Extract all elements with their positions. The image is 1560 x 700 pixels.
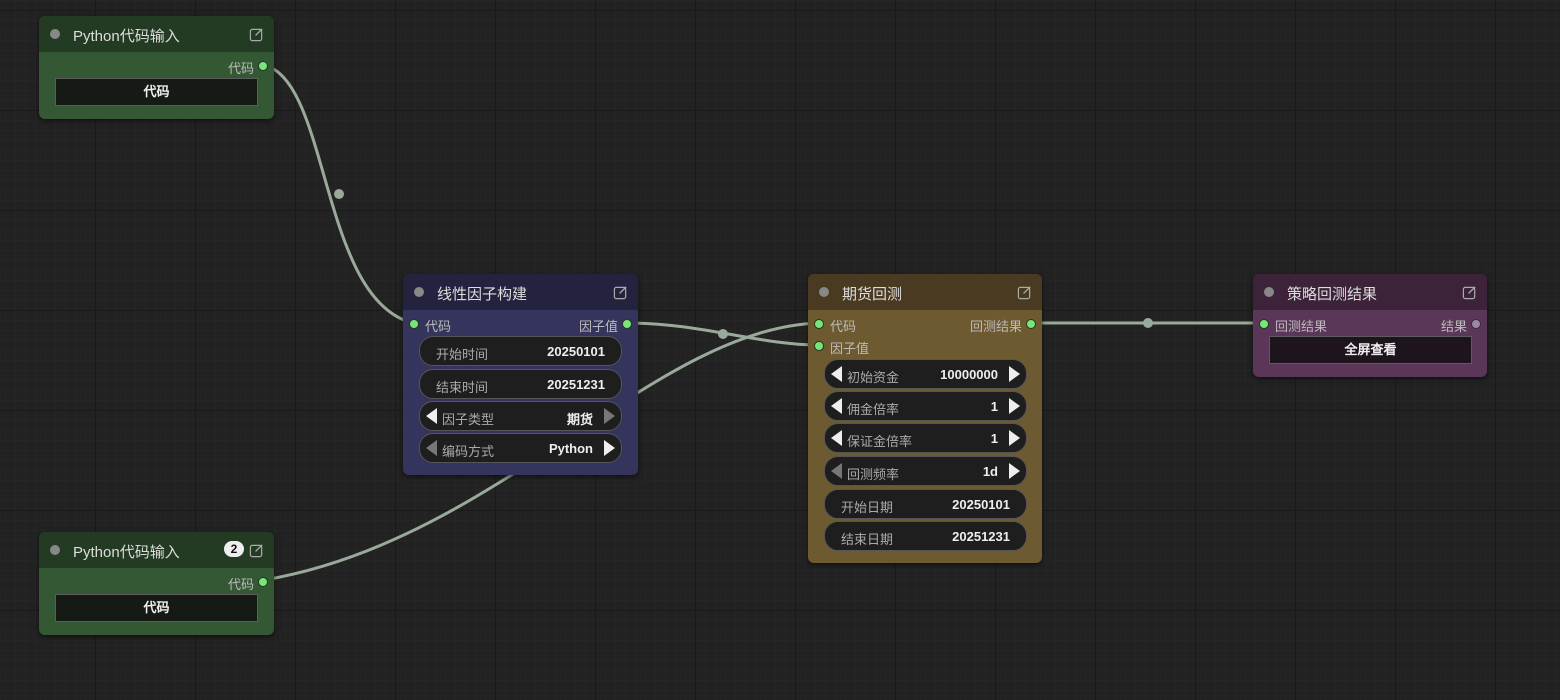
widget-value: 1	[990, 399, 998, 414]
output-label: 回测结果	[969, 319, 1022, 334]
widget-value: 10000000	[940, 367, 998, 382]
node-title: Python代码输入	[73, 544, 180, 561]
strategy-result-node[interactable]: 策略回测结果 回测结果 结果 全屏查看	[1253, 274, 1487, 377]
widget-label: 佣金倍率	[847, 402, 900, 417]
start-date-field[interactable]: 开始日期 20250101	[824, 489, 1027, 519]
increment-arrow-icon[interactable]	[604, 408, 615, 424]
output-slot[interactable]	[258, 61, 268, 71]
linear-factor-node[interactable]: 线性因子构建 代码 因子值 开始时间 20250101 结束时间 2025123…	[403, 274, 638, 475]
input-slot-code[interactable]	[409, 319, 419, 329]
output-label: 代码	[227, 61, 254, 76]
python-input-node-1[interactable]: Python代码输入 代码 代码	[39, 16, 274, 119]
futures-backtest-node[interactable]: 期货回测 代码 回测结果 因子值 初始资金 10000000 佣金倍率 1 保证…	[808, 274, 1042, 563]
link-midpoint-handle[interactable]	[718, 329, 728, 339]
decrement-arrow-icon[interactable]	[426, 440, 437, 456]
collapse-dot-icon[interactable]	[50, 545, 60, 555]
widget-value: 1	[990, 431, 998, 446]
initial-capital-field[interactable]: 初始资金 10000000	[824, 359, 1027, 389]
node-title: 策略回测结果	[1287, 286, 1378, 303]
input-label: 代码	[830, 319, 857, 334]
node-header[interactable]: 期货回测	[808, 274, 1042, 310]
collapse-dot-icon[interactable]	[414, 287, 424, 297]
code-button[interactable]: 代码	[55, 78, 258, 106]
node-header[interactable]: 线性因子构建	[403, 274, 638, 310]
decrement-arrow-icon[interactable]	[831, 398, 842, 414]
increment-arrow-icon[interactable]	[1009, 366, 1020, 382]
node-graph-canvas[interactable]: Python代码输入 代码 代码 Python代码输入 2 代码 代码 线性因子…	[0, 0, 1560, 700]
widget-label: 结束时间	[436, 380, 489, 395]
input-slot-factor-value[interactable]	[814, 341, 824, 351]
collapse-dot-icon[interactable]	[819, 287, 829, 297]
output-slot-backtest-result[interactable]	[1026, 319, 1036, 329]
decrement-arrow-icon[interactable]	[831, 430, 842, 446]
node-title: 线性因子构建	[437, 286, 528, 303]
widget-label: 初始资金	[847, 370, 900, 385]
edit-icon[interactable]	[249, 543, 264, 558]
factor-type-combo[interactable]: 因子类型 期货	[419, 401, 622, 431]
widget-value: 20251231	[952, 529, 1010, 544]
increment-arrow-icon[interactable]	[604, 440, 615, 456]
decrement-arrow-icon[interactable]	[831, 463, 842, 479]
widget-label: 回测频率	[847, 467, 900, 482]
edit-icon[interactable]	[249, 27, 264, 42]
collapse-dot-icon[interactable]	[50, 29, 60, 39]
edit-icon[interactable]	[1462, 285, 1477, 300]
increment-arrow-icon[interactable]	[1009, 398, 1020, 414]
edit-icon[interactable]	[613, 285, 628, 300]
output-slot-row: 代码	[39, 571, 274, 593]
backtest-frequency-combo[interactable]: 回测频率 1d	[824, 456, 1027, 486]
widget-value: 期货	[566, 412, 593, 427]
widget-label: 结束日期	[841, 532, 894, 547]
link-midpoint-handle[interactable]	[334, 189, 344, 199]
increment-arrow-icon[interactable]	[1009, 463, 1020, 479]
encoding-combo[interactable]: 编码方式 Python	[419, 433, 622, 463]
python-input-node-2[interactable]: Python代码输入 2 代码 代码	[39, 532, 274, 635]
widget-label: 开始日期	[841, 500, 894, 515]
start-time-field[interactable]: 开始时间 20250101	[419, 336, 622, 366]
margin-rate-field[interactable]: 保证金倍率 1	[824, 423, 1027, 453]
widget-label: 编码方式	[442, 444, 495, 459]
output-slot-row: 代码	[39, 55, 274, 77]
slot-row: 代码 因子值	[403, 313, 638, 335]
input-label: 回测结果	[1275, 319, 1328, 334]
output-slot-factor-value[interactable]	[622, 319, 632, 329]
node-title: 期货回测	[842, 286, 903, 303]
decrement-arrow-icon[interactable]	[426, 408, 437, 424]
node-header[interactable]: 策略回测结果	[1253, 274, 1487, 310]
slot-row: 因子值	[808, 335, 1042, 357]
slot-row: 回测结果 结果	[1253, 313, 1487, 335]
node-header[interactable]: Python代码输入 2	[39, 532, 274, 568]
link-midpoint-handle[interactable]	[1143, 318, 1153, 328]
widget-label: 因子类型	[442, 412, 495, 427]
output-slot[interactable]	[258, 577, 268, 587]
widget-label: 开始时间	[436, 347, 489, 362]
end-date-field[interactable]: 结束日期 20251231	[824, 521, 1027, 551]
output-label: 因子值	[578, 319, 618, 334]
slot-row: 代码 回测结果	[808, 313, 1042, 335]
input-label: 因子值	[830, 341, 870, 356]
widget-value: 1d	[982, 464, 998, 479]
commission-rate-field[interactable]: 佣金倍率 1	[824, 391, 1027, 421]
output-label: 结果	[1440, 319, 1467, 334]
input-slot-backtest-result[interactable]	[1259, 319, 1269, 329]
node-title: Python代码输入	[73, 28, 180, 45]
increment-arrow-icon[interactable]	[1009, 430, 1020, 446]
collapse-dot-icon[interactable]	[1264, 287, 1274, 297]
output-label: 代码	[227, 577, 254, 592]
widget-value: Python	[548, 441, 593, 456]
edit-icon[interactable]	[1017, 285, 1032, 300]
widget-label: 保证金倍率	[847, 434, 913, 449]
input-label: 代码	[425, 319, 452, 334]
end-time-field[interactable]: 结束时间 20251231	[419, 369, 622, 399]
widget-value: 20251231	[547, 377, 605, 392]
output-slot-result[interactable]	[1471, 319, 1481, 329]
widget-value: 20250101	[547, 344, 605, 359]
widget-value: 20250101	[952, 497, 1010, 512]
input-slot-code[interactable]	[814, 319, 824, 329]
node-badge: 2	[224, 541, 244, 557]
node-header[interactable]: Python代码输入	[39, 16, 274, 52]
fullscreen-view-button[interactable]: 全屏查看	[1269, 336, 1472, 364]
decrement-arrow-icon[interactable]	[831, 366, 842, 382]
code-button[interactable]: 代码	[55, 594, 258, 622]
